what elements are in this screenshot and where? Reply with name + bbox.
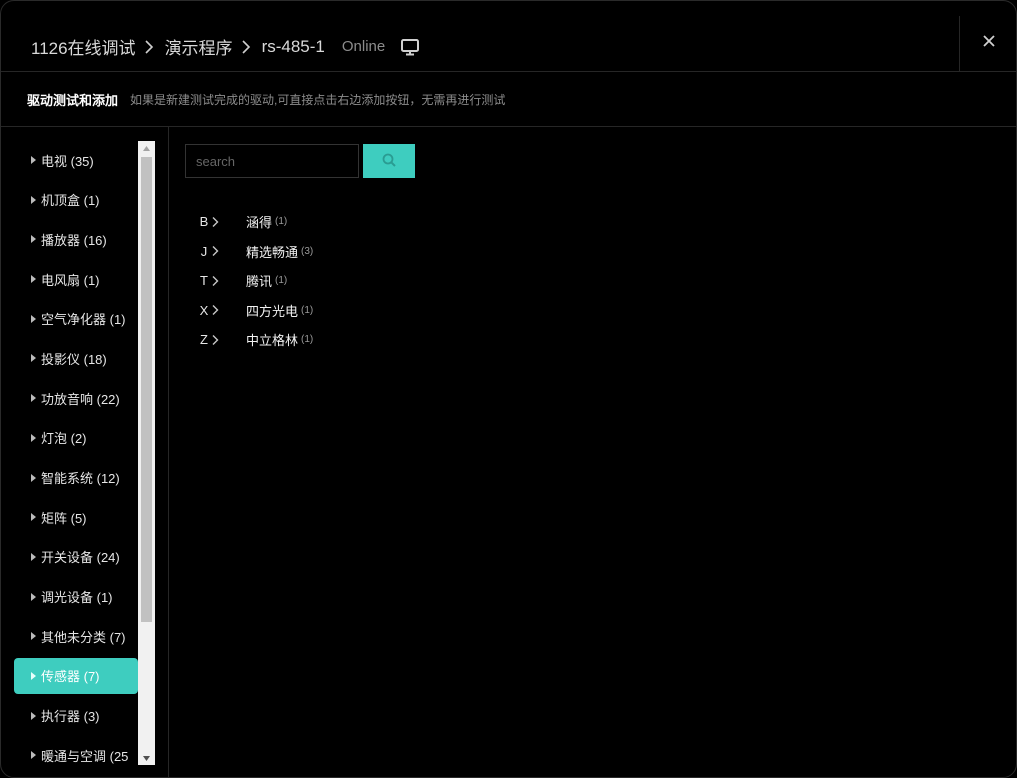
category-sidebar: 电视 (35) 机顶盒 (1) 播放器 (16) 电风扇 (1) 空气净化器 (1) 投影… — [1, 127, 169, 777]
sidebar-category-item[interactable]: 灯泡 (2) — [14, 420, 138, 456]
sidebar-category-item[interactable]: 暖通与空调 (25 — [14, 737, 138, 773]
caret-right-icon — [31, 751, 36, 760]
brand-group-row: Z 中立格林 (1) — [199, 325, 313, 355]
brand-group-row: X 四方光电 (1) — [199, 296, 314, 326]
online-status: Online — [341, 38, 386, 55]
category-label: 执行器 (3) — [41, 709, 100, 725]
chevron-right-icon[interactable] — [211, 274, 223, 288]
brand-link[interactable]: 涵得 — [246, 212, 272, 231]
category-label: 功放音响 (22) — [41, 391, 120, 407]
caret-right-icon — [31, 552, 36, 561]
search-button[interactable] — [363, 144, 415, 178]
breadcrumb-item-project[interactable]: 1126在线调试 — [31, 34, 136, 59]
monitor-icon[interactable] — [400, 38, 420, 56]
category-label: 电风扇 (1) — [41, 272, 100, 288]
sidebar-category-item[interactable]: 电视 (35) — [14, 142, 138, 178]
category-label: 暖通与空调 (25 — [41, 748, 129, 764]
sidebar-category-item[interactable]: 传感器 (7) — [14, 657, 138, 694]
chevron-right-icon — [241, 38, 253, 56]
caret-right-icon — [31, 354, 36, 363]
brand-count: (1) — [301, 304, 314, 316]
brand-group-list: B 涵得 (1) J 精选畅通 (3) T 腾讯 (1) X 四方光电 (1) Z 中立格林 (1) — [199, 207, 314, 355]
caret-right-icon — [31, 632, 36, 641]
group-letter: T — [200, 273, 208, 289]
brand-group-row: B 涵得 (1) — [199, 207, 313, 237]
chevron-right-icon[interactable] — [211, 244, 223, 258]
sidebar-category-item[interactable]: 执行器 (3) — [14, 698, 138, 734]
category-label: 其他未分类 (7) — [41, 629, 126, 645]
sidebar-category-item[interactable]: 其他未分类 (7) — [14, 618, 138, 654]
caret-right-icon — [31, 592, 36, 601]
breadcrumb-item-device: rs-485-1 — [261, 36, 325, 56]
brand-link[interactable]: 四方光电 — [246, 301, 298, 320]
category-label: 矩阵 (5) — [41, 510, 87, 526]
caret-right-icon — [31, 314, 36, 323]
brand-count: (1) — [275, 216, 288, 228]
category-label: 机顶盒 (1) — [41, 193, 100, 209]
chevron-right-icon[interactable] — [211, 303, 223, 317]
brand-count: (1) — [275, 275, 288, 287]
brand-count: (1) — [301, 334, 314, 346]
chevron-right-icon[interactable] — [211, 215, 223, 229]
category-list: 电视 (35) 机顶盒 (1) 播放器 (16) 电风扇 (1) 空气净化器 (1) 投影… — [14, 142, 138, 777]
breadcrumb: 1126在线调试 演示程序 rs-485-1 Online — [31, 34, 420, 59]
caret-right-icon — [31, 195, 36, 204]
breadcrumb-item-program[interactable]: 演示程序 — [165, 34, 233, 59]
category-label: 灯泡 (2) — [41, 431, 87, 447]
brand-group-row: T 腾讯 (1) — [199, 266, 313, 296]
brand-count: (3) — [301, 245, 314, 257]
search-input[interactable] — [185, 144, 359, 178]
category-label: 调光设备 (1) — [41, 590, 113, 606]
close-button[interactable] — [959, 16, 1016, 71]
caret-right-icon — [31, 156, 36, 164]
scroll-up-arrow-icon[interactable] — [138, 141, 155, 155]
sidebar-category-item[interactable]: 矩阵 (5) — [14, 499, 138, 535]
sidebar-category-item[interactable]: 电风扇 (1) — [14, 261, 138, 297]
category-label: 空气净化器 (1) — [41, 312, 126, 328]
category-label: 电视 (35) — [41, 153, 94, 169]
caret-right-icon — [31, 275, 36, 284]
category-label: 开关设备 (24) — [41, 550, 120, 566]
brand-link[interactable]: 中立格林 — [246, 330, 298, 349]
group-letter: J — [200, 243, 208, 259]
search-icon — [381, 152, 397, 171]
sidebar-category-item[interactable]: 调光设备 (1) — [14, 579, 138, 615]
chevron-right-icon — [144, 38, 156, 56]
category-label: 传感器 (7) — [41, 669, 100, 685]
group-letter: Z — [200, 332, 208, 348]
sidebar-category-item[interactable]: 功放音响 (22) — [14, 380, 138, 416]
scroll-down-arrow-icon[interactable] — [138, 751, 155, 765]
caret-right-icon — [31, 711, 36, 720]
sidebar-category-item[interactable]: 开关设备 (24) — [14, 539, 138, 575]
sidebar-scrollbar[interactable] — [138, 141, 155, 765]
brand-link[interactable]: 精选畅通 — [246, 242, 298, 261]
category-label: 投影仪 (18) — [41, 351, 107, 367]
driver-dialog: 1126在线调试 演示程序 rs-485-1 Online 驱动测试和添加 如果… — [0, 0, 1017, 778]
sidebar-category-item[interactable]: 空气净化器 (1) — [14, 301, 138, 337]
sidebar-category-item[interactable]: 机顶盒 (1) — [14, 182, 138, 218]
caret-right-icon — [31, 513, 36, 522]
caret-right-icon — [31, 235, 36, 244]
section-title: 驱动测试和添加 — [27, 92, 119, 108]
brand-link[interactable]: 腾讯 — [246, 271, 272, 290]
caret-right-icon — [31, 473, 36, 482]
section-hint: 如果是新建测试完成的驱动,可直接点击右边添加按钮，无需再进行测试 — [130, 92, 506, 107]
sidebar-category-item[interactable]: 播放器 (16) — [14, 221, 138, 257]
brand-panel: B涵得(1)J精选畅通(3)T腾讯(1)X四方光电(1)Z中立格林(1) — [169, 127, 1016, 777]
sidebar-category-item[interactable]: 智能系统 (12) — [14, 460, 138, 496]
group-letter: B — [199, 214, 209, 230]
close-icon — [982, 34, 996, 53]
chevron-right-icon[interactable] — [211, 333, 223, 347]
category-label: 播放器 (16) — [41, 232, 107, 248]
brand-group-row: J 精选畅通 (3) — [199, 237, 314, 267]
sidebar-category-item[interactable]: 投影仪 (18) — [14, 340, 138, 376]
dialog-header: 1126在线调试 演示程序 rs-485-1 Online — [1, 1, 1016, 72]
caret-right-icon — [31, 394, 36, 403]
category-label: 智能系统 (12) — [41, 471, 120, 486]
group-letter: X — [199, 302, 209, 318]
caret-right-icon — [31, 671, 36, 680]
sub-header: 驱动测试和添加 如果是新建测试完成的驱动,可直接点击右边添加按钮，无需再进行测试 — [1, 72, 1016, 127]
scrollbar-thumb[interactable] — [141, 157, 152, 622]
caret-right-icon — [31, 433, 36, 442]
